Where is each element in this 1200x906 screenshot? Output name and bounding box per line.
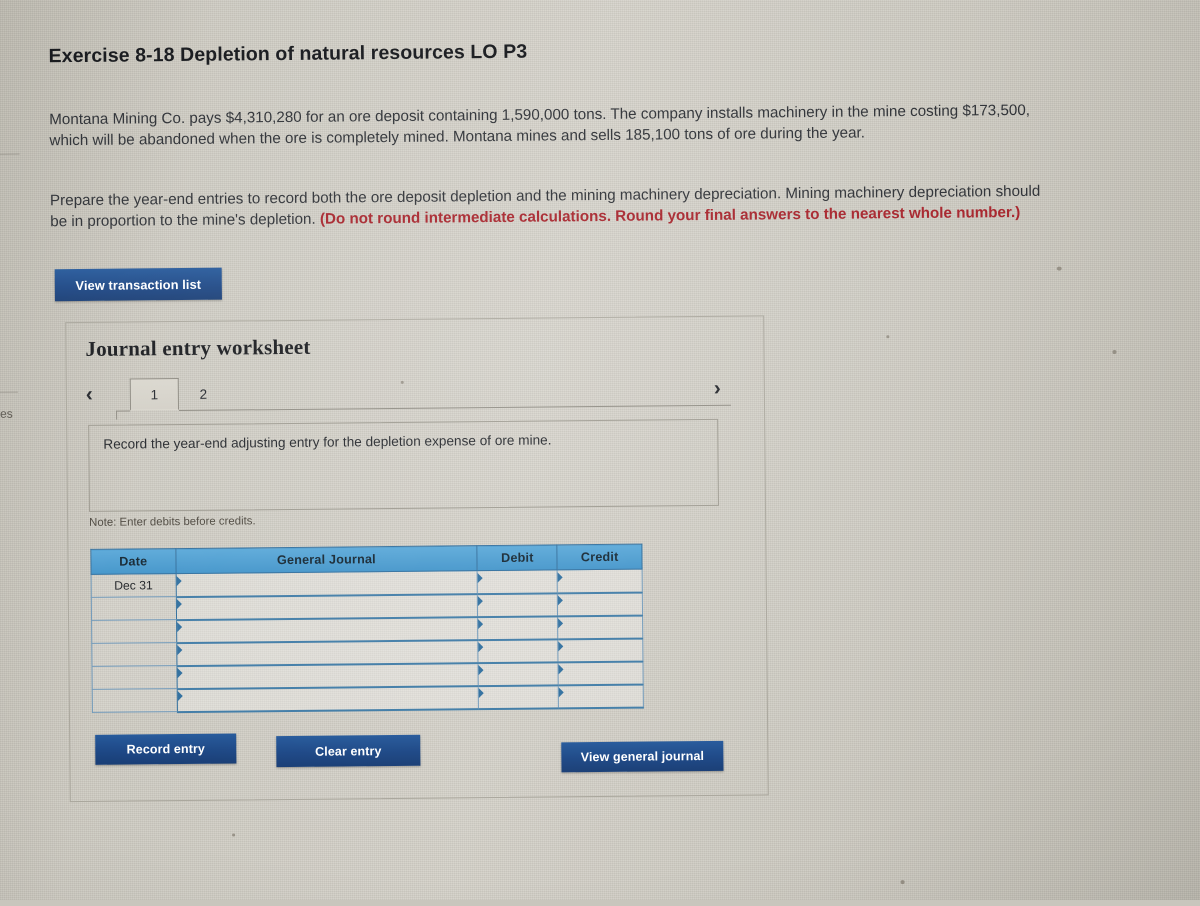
date-cell[interactable] — [91, 642, 177, 667]
cell-dropdown-caret-icon — [176, 599, 182, 610]
general-journal-cell[interactable] — [175, 570, 478, 597]
dust-speck — [1112, 350, 1117, 355]
page-title: Exercise 8-18 Depletion of natural resou… — [48, 40, 528, 68]
dust-speck — [1056, 266, 1062, 271]
clear-entry-button[interactable]: Clear entry — [276, 734, 421, 768]
dust-speck — [886, 335, 890, 339]
date-cell[interactable] — [91, 619, 177, 644]
worksheet-prompt-box: Record the year-end adjusting entry for … — [88, 418, 719, 512]
credit-cell[interactable] — [557, 615, 643, 639]
dust-speck — [232, 833, 236, 837]
cell-dropdown-caret-icon — [478, 619, 484, 630]
cell-dropdown-caret-icon — [558, 572, 564, 583]
column-header-date: Date — [90, 548, 176, 575]
debit-cell[interactable] — [478, 638, 559, 663]
column-header-general-journal: General Journal — [175, 545, 478, 574]
cell-dropdown-caret-icon — [477, 572, 484, 583]
general-journal-cell[interactable] — [176, 685, 479, 712]
question-paragraph-1: Montana Mining Co. pays $4,310,280 for a… — [49, 101, 1031, 150]
tab-next-arrow-icon[interactable]: › — [714, 376, 721, 402]
worksheet-tabs: ‹ 1 2 › — [86, 372, 732, 420]
general-journal-cell[interactable] — [175, 593, 478, 620]
cell-dropdown-caret-icon — [558, 664, 565, 675]
debit-cell[interactable] — [478, 684, 559, 709]
left-edge-fragment: es — [0, 406, 13, 421]
cell-dropdown-caret-icon — [176, 645, 182, 656]
credit-cell[interactable] — [558, 684, 644, 708]
date-cell[interactable] — [91, 596, 177, 621]
cell-dropdown-caret-icon — [478, 665, 484, 676]
worksheet-note: Note: Enter debits before credits. — [89, 515, 256, 529]
date-cell[interactable]: Dec 31 — [91, 573, 176, 598]
cell-dropdown-caret-icon — [558, 618, 564, 629]
tabs-left-stub — [116, 410, 118, 420]
credit-cell[interactable] — [557, 569, 643, 593]
cell-dropdown-caret-icon — [176, 622, 182, 633]
left-edge-line-mid — [0, 391, 18, 393]
column-header-debit: Debit — [477, 544, 558, 571]
debit-cell[interactable] — [477, 569, 558, 594]
date-cell[interactable] — [92, 688, 177, 713]
cell-dropdown-caret-icon — [176, 575, 182, 586]
general-journal-cell[interactable] — [176, 662, 479, 689]
debit-cell[interactable] — [477, 615, 559, 640]
left-edge-line-top — [0, 153, 20, 155]
journal-entry-table: Date General Journal Debit Credit Dec 31 — [90, 544, 644, 714]
date-cell[interactable] — [91, 665, 177, 690]
cell-dropdown-caret-icon — [558, 641, 564, 652]
general-journal-cell[interactable] — [176, 639, 479, 666]
worksheet-tab-1[interactable]: 1 — [129, 378, 180, 411]
dust-speck — [900, 880, 905, 885]
tabs-underline-left — [116, 410, 131, 412]
view-general-journal-button[interactable]: View general journal — [561, 740, 724, 773]
question-paragraph-2: Prepare the year-end entries to record b… — [50, 181, 1060, 233]
worksheet-tab-2[interactable]: 2 — [179, 378, 228, 410]
cell-dropdown-caret-icon — [479, 688, 485, 699]
cell-dropdown-caret-icon — [558, 595, 564, 606]
credit-cell[interactable] — [557, 592, 643, 616]
page-content: es Exercise 8-18 Depletion of natural re… — [0, 0, 1200, 906]
tab-prev-arrow-icon[interactable]: ‹ — [86, 382, 93, 408]
column-header-credit: Credit — [557, 544, 643, 570]
worksheet-title: Journal entry worksheet — [85, 334, 311, 361]
cell-dropdown-caret-icon — [177, 668, 183, 679]
credit-cell[interactable] — [558, 638, 643, 662]
debit-cell[interactable] — [478, 661, 559, 686]
view-transaction-list-button[interactable]: View transaction list — [54, 267, 222, 302]
cell-dropdown-caret-icon — [177, 691, 183, 702]
question-paragraph-2-emphasis: (Do not round intermediate calculations.… — [319, 203, 1021, 228]
credit-cell[interactable] — [558, 661, 644, 685]
table-row — [92, 684, 644, 713]
general-journal-cell[interactable] — [176, 616, 479, 643]
record-entry-button[interactable]: Record entry — [95, 733, 237, 765]
debit-cell[interactable] — [477, 592, 558, 617]
worksheet-prompt-text: Record the year-end adjusting entry for … — [103, 432, 552, 452]
cell-dropdown-caret-icon — [559, 687, 565, 698]
cell-dropdown-caret-icon — [478, 642, 484, 653]
cell-dropdown-caret-icon — [478, 596, 484, 607]
